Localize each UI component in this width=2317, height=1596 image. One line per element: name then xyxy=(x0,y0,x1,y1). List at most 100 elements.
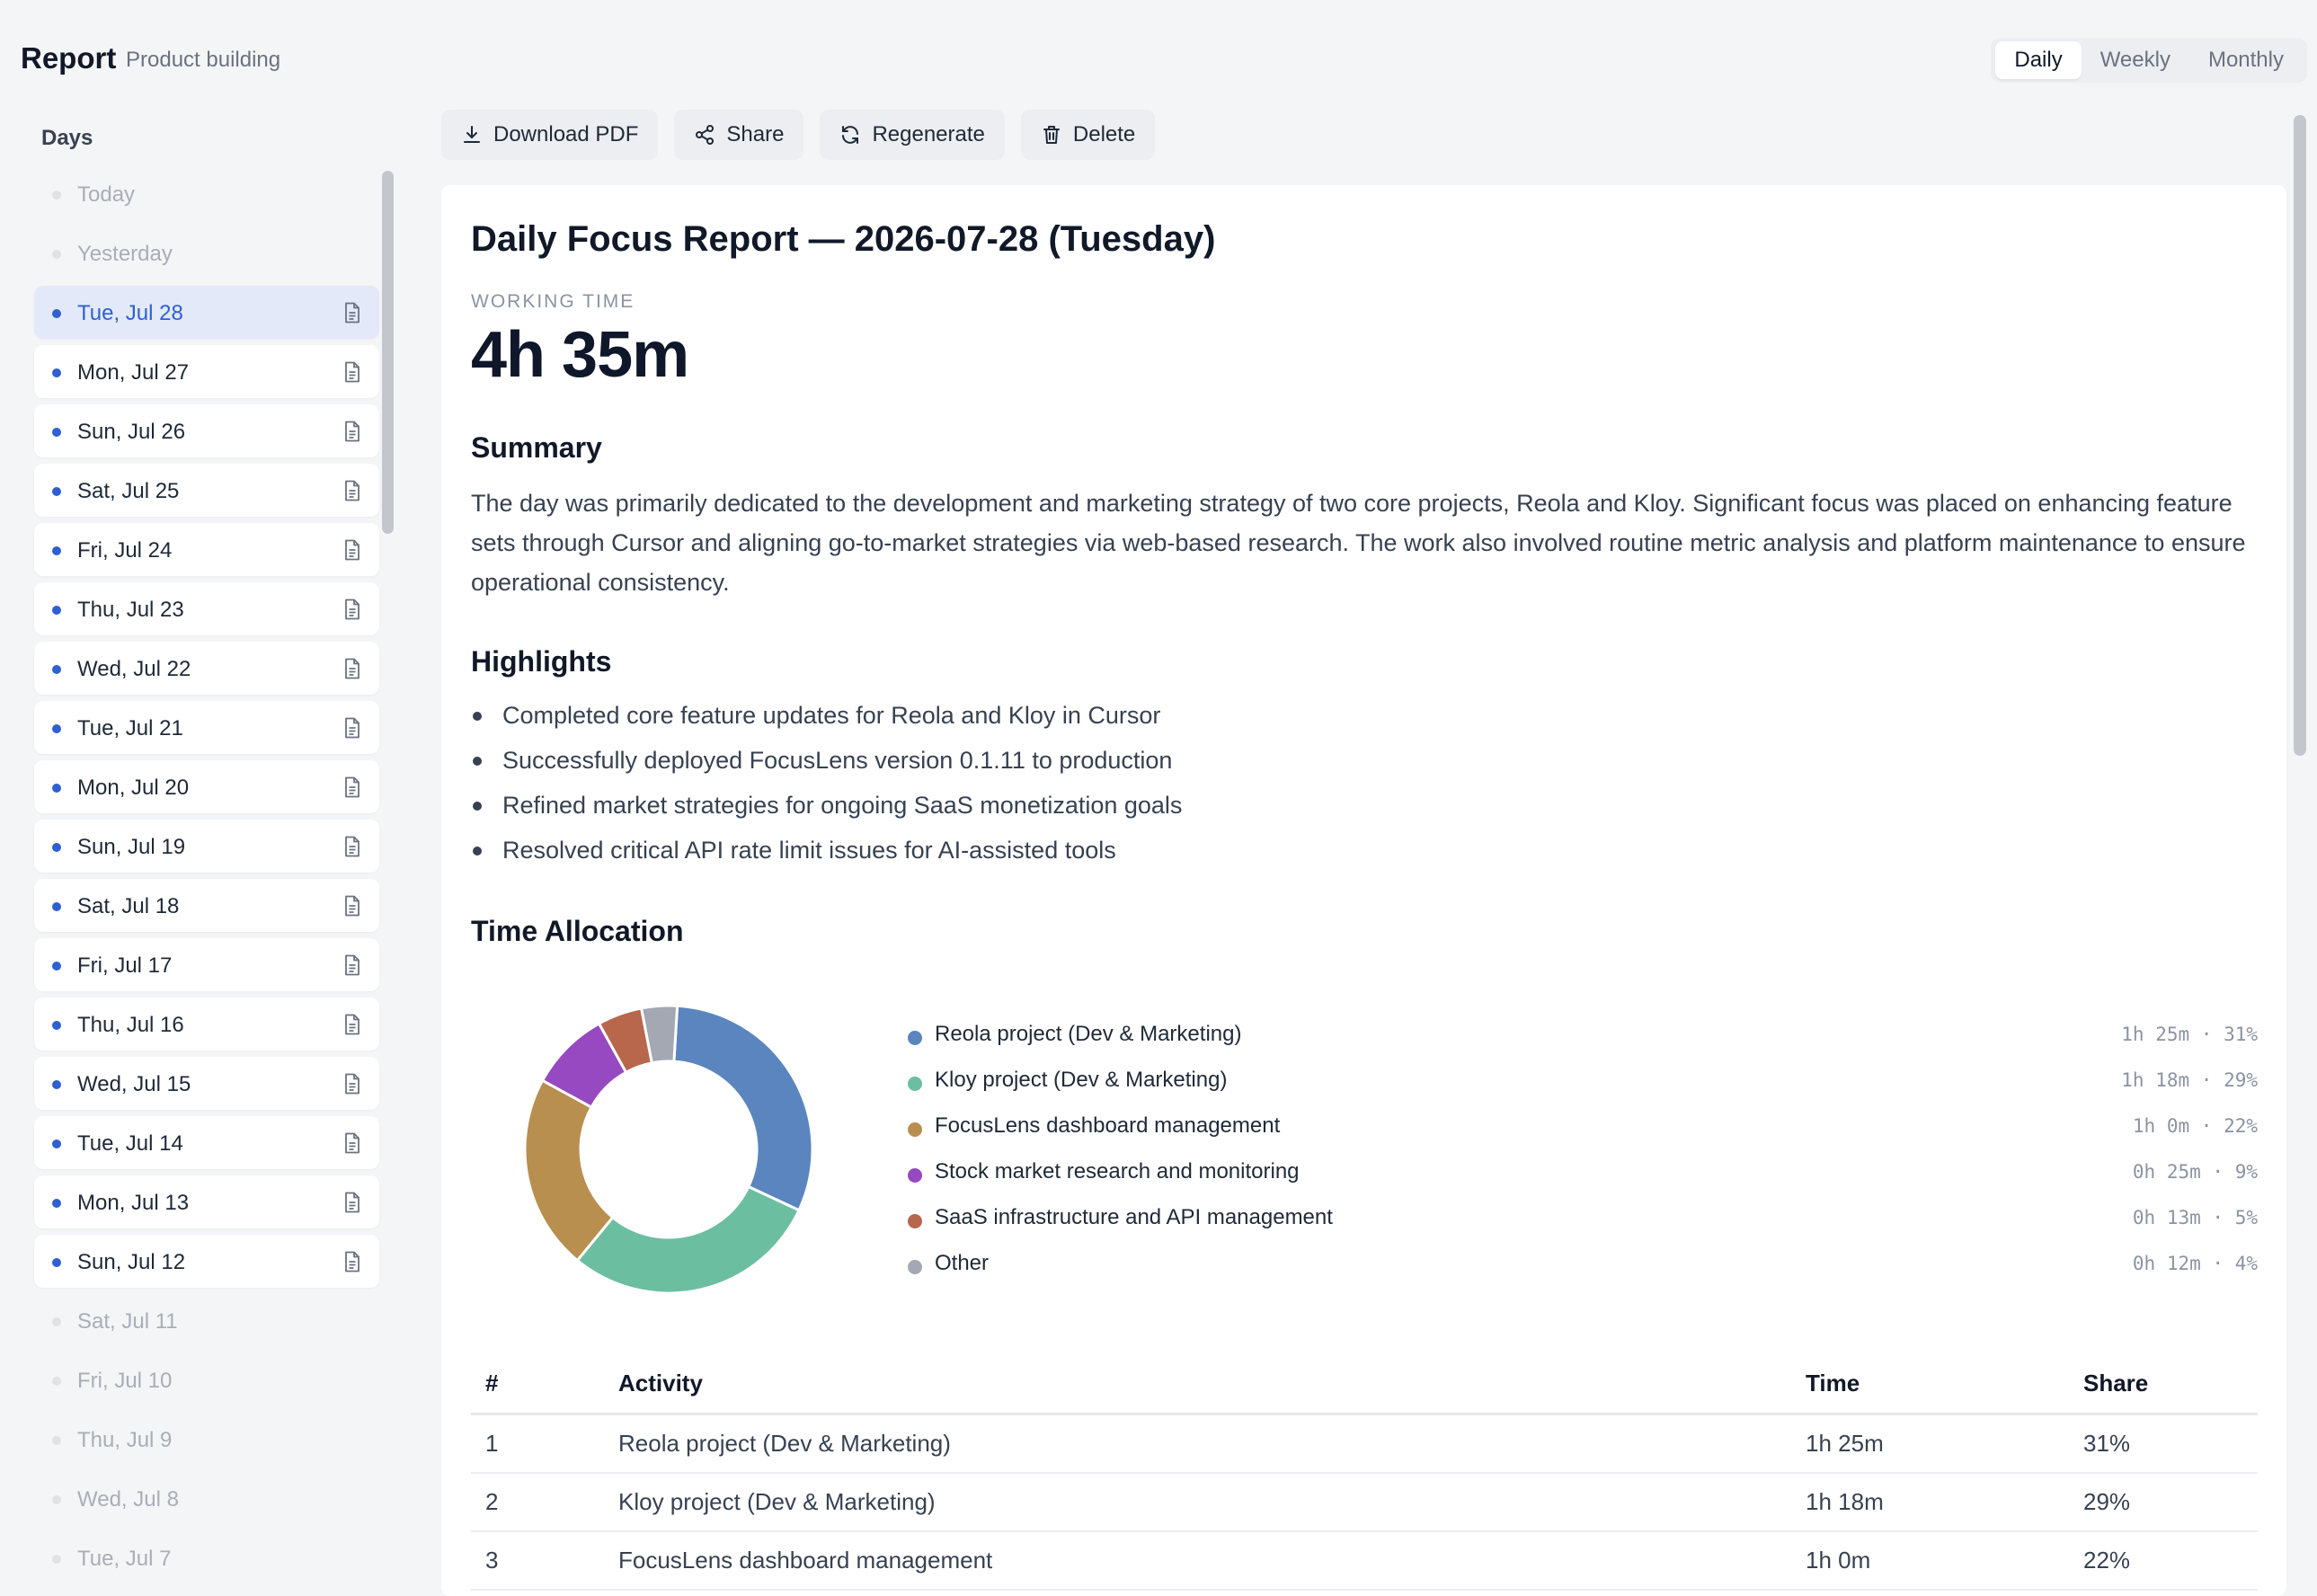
day-item[interactable]: Mon, Jul 20 xyxy=(34,760,379,813)
day-item[interactable]: Sat, Jul 11 xyxy=(34,1294,379,1347)
document-icon xyxy=(345,1132,360,1154)
report-available-dot xyxy=(52,309,61,318)
document-icon xyxy=(345,539,360,561)
cell-share: 29% xyxy=(2069,1473,2258,1532)
no-report-dot xyxy=(52,250,61,259)
report-available-dot xyxy=(52,724,61,733)
report-available-dot xyxy=(52,368,61,377)
day-item[interactable]: Fri, Jul 17 xyxy=(34,938,379,991)
legend-time: 1h 18m xyxy=(2121,1069,2190,1091)
sidebar-scrollbar[interactable] xyxy=(382,171,394,534)
day-label: Wed, Jul 8 xyxy=(77,1487,179,1512)
legend-swatch xyxy=(908,1214,922,1228)
day-item[interactable]: Today xyxy=(34,167,379,220)
legend-time: 0h 12m xyxy=(2132,1253,2201,1274)
day-label: Tue, Jul 14 xyxy=(77,1131,183,1156)
legend-share: 31% xyxy=(2224,1024,2258,1045)
summary-heading: Summary xyxy=(471,431,602,464)
day-item[interactable]: Tue, Jul 28 xyxy=(34,286,379,339)
day-label: Mon, Jul 13 xyxy=(77,1191,190,1215)
main-scrollbar[interactable] xyxy=(2294,115,2306,756)
col-header-time: Time xyxy=(1791,1353,2069,1415)
range-monthly-button[interactable]: Monthly xyxy=(2189,41,2303,79)
day-item[interactable]: Yesterday xyxy=(34,226,379,279)
share-button[interactable]: Share xyxy=(674,110,804,160)
day-item[interactable]: Wed, Jul 22 xyxy=(34,642,379,695)
legend-swatch xyxy=(908,1077,922,1091)
day-item[interactable]: Tue, Jul 7 xyxy=(34,1531,379,1584)
range-weekly-button[interactable]: Weekly xyxy=(2082,41,2189,79)
legend-item: FocusLens dashboard management 1h 0m · 22… xyxy=(908,1109,2258,1155)
day-item[interactable]: Sun, Jul 12 xyxy=(34,1235,379,1288)
time-allocation-table: # Activity Time Share 1 Reola project (D… xyxy=(471,1353,2258,1591)
day-label: Thu, Jul 9 xyxy=(77,1428,173,1452)
app-title: Report xyxy=(21,41,117,75)
delete-button[interactable]: Delete xyxy=(1020,110,1156,160)
report-title: Daily Focus Report — 2026-07-28 (Tuesday… xyxy=(471,219,1216,259)
day-label: Wed, Jul 22 xyxy=(77,657,191,681)
share-label: Share xyxy=(726,122,785,146)
legend-value: 1h 25m · 31% xyxy=(2121,1024,2258,1045)
day-item[interactable]: Sun, Jul 19 xyxy=(34,820,379,873)
range-toggle: Daily Weekly Monthly xyxy=(1991,38,2307,83)
download-pdf-button[interactable]: Download PDF xyxy=(441,110,659,160)
day-label: Wed, Jul 15 xyxy=(77,1072,191,1096)
document-icon xyxy=(345,302,360,324)
document-icon xyxy=(345,1251,360,1272)
day-item[interactable]: Sun, Jul 26 xyxy=(34,404,379,457)
day-item[interactable]: Tue, Jul 14 xyxy=(34,1116,379,1169)
day-item[interactable]: Thu, Jul 9 xyxy=(34,1413,379,1466)
range-daily-button[interactable]: Daily xyxy=(1995,41,2082,79)
legend-value: 0h 25m · 9% xyxy=(2133,1161,2258,1183)
cell-num: 3 xyxy=(471,1531,604,1591)
document-icon xyxy=(345,776,360,798)
day-label: Sun, Jul 26 xyxy=(77,420,186,444)
days-sidebar: Days Today Yesterday Tue, Jul 28 Mon, Jul 2… xyxy=(0,115,404,1585)
legend-separator: · xyxy=(2189,1024,2224,1045)
day-item[interactable]: Sat, Jul 18 xyxy=(34,879,379,932)
cell-share: 31% xyxy=(2069,1414,2258,1474)
report-card: Daily Focus Report — 2026-07-28 (Tuesday… xyxy=(441,185,2286,1596)
day-item[interactable]: Thu, Jul 23 xyxy=(34,582,379,635)
donut-slice-3 xyxy=(523,1078,615,1263)
day-item[interactable]: Thu, Jul 16 xyxy=(34,998,379,1051)
regenerate-button[interactable]: Regenerate xyxy=(820,110,1005,160)
working-time-label: WORKING TIME xyxy=(471,291,635,312)
table-row: 1 Reola project (Dev & Marketing) 1h 25m… xyxy=(471,1414,2258,1474)
report-available-dot xyxy=(52,1021,61,1030)
day-label: Fri, Jul 24 xyxy=(77,538,173,563)
sidebar-title: Days xyxy=(41,126,93,150)
report-available-dot xyxy=(52,665,61,674)
report-available-dot xyxy=(52,1199,61,1208)
day-label: Sat, Jul 25 xyxy=(77,479,180,503)
day-label: Sat, Jul 11 xyxy=(77,1309,178,1334)
table-header-row: # Activity Time Share xyxy=(471,1353,2258,1415)
day-label: Sat, Jul 18 xyxy=(77,894,180,918)
day-item[interactable]: Wed, Jul 15 xyxy=(34,1057,379,1110)
cell-num: 1 xyxy=(471,1414,604,1474)
legend-separator: · xyxy=(2200,1253,2235,1274)
day-item[interactable]: Mon, Jul 27 xyxy=(34,345,379,398)
report-available-dot xyxy=(52,962,61,971)
day-item[interactable]: Mon, Jul 13 xyxy=(34,1175,379,1228)
day-item[interactable]: Wed, Jul 8 xyxy=(34,1472,379,1525)
day-item[interactable]: Tue, Jul 21 xyxy=(34,701,379,754)
legend-share: 5% xyxy=(2234,1207,2258,1228)
legend-label: Other xyxy=(935,1251,990,1275)
day-item[interactable]: Fri, Jul 24 xyxy=(34,523,379,576)
table-row: 3 FocusLens dashboard management 1h 0m 2… xyxy=(471,1531,2258,1591)
highlight-item: Resolved critical API rate limit issues … xyxy=(471,832,1182,877)
no-report-dot xyxy=(52,1317,61,1326)
day-label: Tue, Jul 28 xyxy=(77,301,183,325)
day-label: Thu, Jul 23 xyxy=(77,598,184,622)
no-report-dot xyxy=(52,1495,61,1504)
day-list: Today Yesterday Tue, Jul 28 Mon, Jul 27 Sun,… xyxy=(34,167,379,1585)
day-item[interactable]: Fri, Jul 10 xyxy=(34,1353,379,1406)
document-icon xyxy=(345,421,360,442)
report-available-dot xyxy=(52,1080,61,1089)
col-header-activity: Activity xyxy=(604,1353,1791,1415)
day-label: Today xyxy=(77,182,136,207)
day-item[interactable]: Sat, Jul 25 xyxy=(34,464,379,517)
legend-value: 0h 13m · 5% xyxy=(2133,1207,2258,1228)
time-allocation-donut-chart xyxy=(523,1004,814,1295)
